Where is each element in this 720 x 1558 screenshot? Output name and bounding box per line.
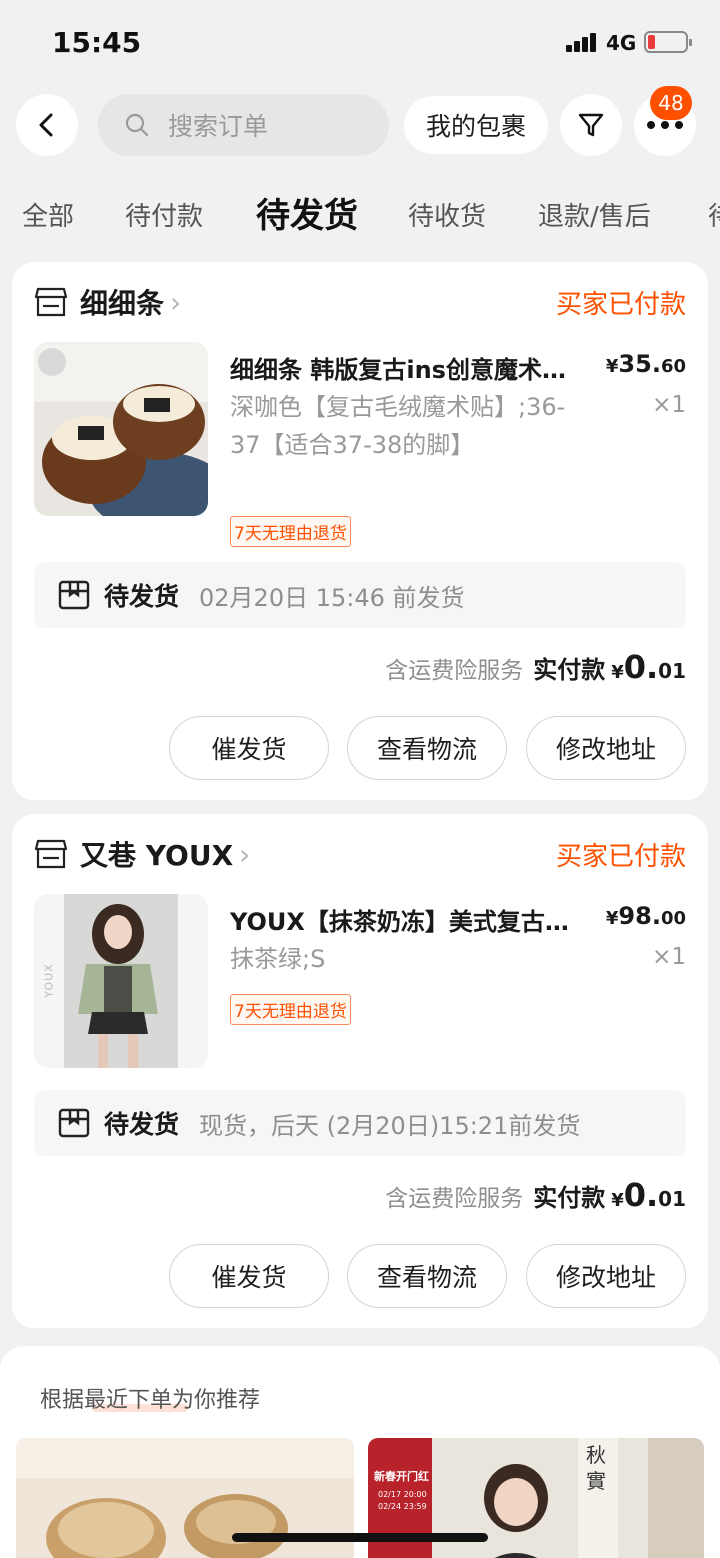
shipping-info[interactable]: 待发货 现货，后天 (2月20日)15:21前发货 xyxy=(34,1090,686,1156)
shop-name: 细细条 xyxy=(80,287,165,320)
shipping-status: 待发货 xyxy=(104,1110,180,1139)
return-policy-tag: 7天无理由退货 xyxy=(230,994,351,1025)
edit-address-button[interactable]: 修改地址 xyxy=(526,716,686,780)
product-price: ¥35.60 xyxy=(605,350,686,378)
order-card: 又巷 YOUX › 买家已付款 YOUX YOUX【抹茶奶冻】美式复古短款外套 … xyxy=(12,814,708,1328)
paid-amount: ¥0.01 xyxy=(611,1176,686,1214)
view-logistics-button[interactable]: 查看物流 xyxy=(347,1244,507,1308)
network-label: 4G xyxy=(606,31,637,55)
battery-fill xyxy=(648,35,655,49)
search-input[interactable]: 搜索订单 xyxy=(98,94,389,156)
urge-shipment-button[interactable]: 催发货 xyxy=(169,1244,329,1308)
shipping-info[interactable]: 待发货 02月20日 15:46 前发货 xyxy=(34,562,686,628)
edit-address-button[interactable]: 修改地址 xyxy=(526,1244,686,1308)
message-badge: 48 xyxy=(650,86,692,120)
sign-text: 秋實 xyxy=(586,1443,606,1493)
tab-pending-payment[interactable]: 待付款 xyxy=(125,196,203,233)
shop-link[interactable]: 又巷 YOUX › xyxy=(34,834,250,874)
battery-icon xyxy=(644,31,692,53)
chevron-left-icon xyxy=(39,113,53,137)
search-icon xyxy=(125,113,149,137)
status-time: 15:45 xyxy=(52,26,142,59)
paid-amount: ¥0.01 xyxy=(611,648,686,686)
tab-overflow[interactable]: 待 xyxy=(708,196,720,233)
shipping-deadline: 现货，后天 (2月20日)15:21前发货 xyxy=(199,1111,581,1140)
search-placeholder: 搜索订单 xyxy=(168,112,269,141)
shipping-status: 待发货 xyxy=(104,582,180,611)
tab-refund[interactable]: 退款/售后 xyxy=(538,196,651,233)
product-price: ¥98.00 xyxy=(605,902,686,930)
home-indicator xyxy=(232,1533,488,1542)
recommendation-title: 根据最近下单为你推荐 xyxy=(40,1388,261,1413)
status-bar: 15:45 4G xyxy=(0,0,720,84)
promo-banner-text: 新春开门红 xyxy=(374,1470,429,1483)
product-title[interactable]: YOUX【抹茶奶冻】美式复古短款外套 xyxy=(230,902,580,937)
paid-label: 实付款 xyxy=(533,1184,606,1212)
insurance-note: 含运费险服务 xyxy=(385,1186,524,1212)
chevron-right-icon: › xyxy=(239,837,251,871)
tab-all[interactable]: 全部 xyxy=(22,196,74,233)
product-image[interactable]: YOUX xyxy=(34,894,208,1068)
promo-end-date: 02/24 23:59 xyxy=(378,1502,427,1511)
filter-button[interactable] xyxy=(560,94,622,156)
package-icon xyxy=(58,580,90,610)
payment-row: 含运费险服务 实付款 ¥0.01 xyxy=(385,648,686,686)
back-button[interactable] xyxy=(16,94,78,156)
urge-shipment-button[interactable]: 催发货 xyxy=(169,716,329,780)
package-icon xyxy=(58,1108,90,1138)
order-status: 买家已付款 xyxy=(555,290,686,320)
product-sku: 深咖色【复古毛绒魔术贴】;36-37【适合37-38的脚】 xyxy=(230,393,566,459)
shop-name: 又巷 YOUX xyxy=(80,839,234,872)
product-qty: ×1 xyxy=(652,944,686,970)
order-status: 买家已付款 xyxy=(555,842,686,872)
brand-watermark: YOUX xyxy=(42,963,56,998)
more-icon xyxy=(647,121,683,129)
paid-label: 实付款 xyxy=(533,656,606,684)
product-title[interactable]: 细细条 韩版复古ins创意魔术贴毛绒拖鞋 xyxy=(230,350,580,385)
view-logistics-button[interactable]: 查看物流 xyxy=(347,716,507,780)
promo-start-date: 02/17 20:00 xyxy=(378,1490,427,1499)
tab-pending-receipt[interactable]: 待收货 xyxy=(408,196,486,233)
store-icon xyxy=(34,287,68,317)
payment-row: 含运费险服务 实付款 ¥0.01 xyxy=(385,1176,686,1214)
filter-icon xyxy=(578,113,604,137)
order-tabs: 全部 待付款 待发货 待收货 退款/售后 待 xyxy=(0,188,720,248)
recommendation-section: 根据最近下单为你推荐 新春开门红 02/17 20:00 02/24 23:59… xyxy=(0,1346,720,1558)
store-icon xyxy=(34,839,68,869)
shipping-deadline: 02月20日 15:46 前发货 xyxy=(199,583,465,612)
signal-icon xyxy=(566,32,600,52)
tab-pending-shipment[interactable]: 待发货 xyxy=(256,188,358,237)
order-card: 细细条 › 买家已付款 细细条 韩版复古ins创意魔术贴毛绒拖鞋 ¥35.60 … xyxy=(12,262,708,800)
chevron-right-icon: › xyxy=(170,285,182,319)
product-qty: ×1 xyxy=(652,392,686,418)
my-packages-button[interactable]: 我的包裹 xyxy=(404,96,548,154)
product-image[interactable] xyxy=(34,342,208,516)
shop-link[interactable]: 细细条 › xyxy=(34,282,181,322)
insurance-note: 含运费险服务 xyxy=(385,658,524,684)
product-sku: 抹茶绿;S xyxy=(230,945,326,973)
return-policy-tag: 7天无理由退货 xyxy=(230,516,351,547)
